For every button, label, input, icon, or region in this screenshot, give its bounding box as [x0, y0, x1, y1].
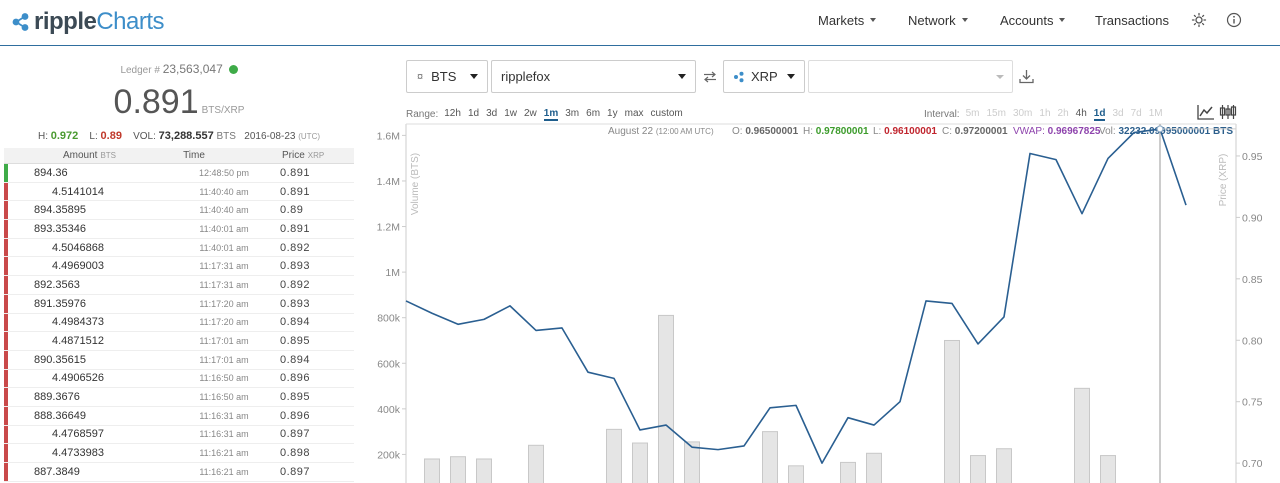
volume-bar: [632, 442, 648, 483]
volume-bar: [840, 461, 856, 483]
volume-bar: [996, 448, 1012, 483]
left-tick-label: 400k: [377, 404, 401, 416]
right-tick-label: 0.75: [1242, 397, 1263, 409]
left-tick-label: 200k: [377, 449, 401, 461]
volume-bar: [658, 314, 674, 483]
volume-bar: [528, 444, 544, 483]
left-tick-label: 1.2M: [377, 222, 400, 234]
volume-bar: [762, 431, 778, 483]
left-axis-title: Volume (BTS): [410, 153, 421, 215]
volume-bar: [970, 455, 986, 483]
price-volume-chart[interactable]: 200k 400k 600k 800k 1M 1.2M 1.4M 1.6M 0.70 0.75 0.…: [0, 0, 1280, 483]
left-tick-label: 800k: [377, 313, 401, 325]
left-tick-label: 600k: [377, 358, 401, 370]
volume-bar: [1074, 387, 1090, 483]
right-axis-title: Price (XRP): [1218, 154, 1229, 207]
hover-price-point: [1156, 125, 1164, 133]
right-tick-label: 0.70: [1242, 458, 1263, 470]
volume-bar: [424, 458, 440, 483]
volume-bar: [866, 452, 882, 483]
volume-bar: [476, 458, 492, 483]
left-tick-label: 1.6M: [377, 130, 400, 142]
price-line: [405, 128, 1187, 464]
right-tick-label: 0.85: [1242, 274, 1263, 286]
volume-bar: [788, 465, 804, 483]
left-tick-label: 1M: [385, 267, 400, 279]
left-tick-label: 1.4M: [377, 176, 400, 188]
right-tick-label: 0.95: [1242, 151, 1263, 163]
volume-bar: [944, 339, 960, 483]
volume-bar: [1100, 455, 1116, 483]
volume-bar: [450, 456, 466, 483]
right-tick-label: 0.80: [1242, 335, 1263, 347]
volume-bar: [606, 428, 622, 483]
right-tick-label: 0.90: [1242, 212, 1263, 224]
